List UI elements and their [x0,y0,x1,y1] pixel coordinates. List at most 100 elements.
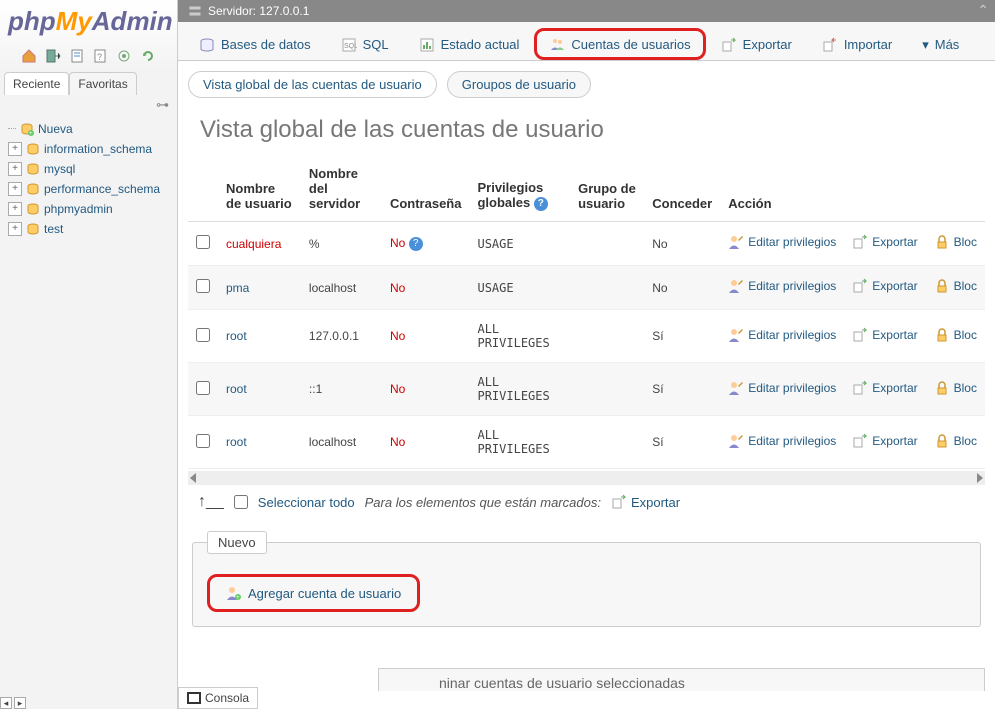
new-legend: Nuevo [207,531,267,554]
add-user-button[interactable]: + Agregar cuenta de usuario [207,574,420,612]
row-checkbox[interactable] [196,279,210,293]
row-checkbox[interactable] [196,434,210,448]
subtab-groups[interactable]: Groupos de usuario [447,71,591,98]
col-priv: Privilegios globales ? [469,156,570,222]
tree-db[interactable]: + mysql [8,159,169,179]
expand-icon[interactable]: + [8,142,22,156]
tab-recent[interactable]: Reciente [4,72,69,95]
db-icon [26,182,40,196]
select-all-checkbox[interactable] [234,495,248,509]
db-icon [26,162,40,176]
nav-left-icon[interactable]: ◂ [0,697,12,709]
docs-icon[interactable] [69,48,85,64]
tree-new[interactable]: + Nueva [8,119,169,139]
user-edit-icon [728,380,744,396]
subtab-overview[interactable]: Vista global de las cuentas de usuario [188,71,437,98]
tab-favorites[interactable]: Favoritas [69,72,136,95]
horizontal-scrollbar[interactable] [188,471,985,485]
export-user-link[interactable]: Exportar [852,433,917,449]
export-icon [852,380,868,396]
col-username: Nombre de usuario [218,156,301,222]
tab-import[interactable]: Importar [807,28,907,60]
row-checkbox[interactable] [196,328,210,342]
export-icon [721,37,737,53]
edit-privileges-link[interactable]: Editar privilegios [728,234,836,250]
logo[interactable]: phpMyAdmin [0,0,177,43]
row-checkbox[interactable] [196,235,210,249]
tab-status[interactable]: Estado actual [404,28,535,60]
bulk-export[interactable]: Exportar [611,494,680,510]
console-icon [187,692,201,704]
edit-privileges-link[interactable]: Editar privilegios [728,380,836,396]
db-icon [26,202,40,216]
sql-help-icon[interactable]: ? [92,48,108,64]
svg-text:SQL: SQL [344,43,357,50]
expand-icon[interactable]: + [8,162,22,176]
link-icon[interactable]: ⊶ [0,95,177,115]
tab-databases[interactable]: Bases de datos [184,28,326,60]
help-icon[interactable]: ? [409,237,423,251]
sidebar: phpMyAdmin ? Reciente Favoritas ⊶ + Nuev… [0,0,178,709]
user-link[interactable]: root [226,382,247,396]
collapse-icon[interactable]: ⌃ [977,2,989,19]
export-user-link[interactable]: Exportar [852,327,917,343]
table-row: cualquiera%No ?USAGENoEditar privilegios… [188,222,985,266]
export-icon [852,234,868,250]
tab-more[interactable]: ▾ Más [907,28,974,60]
user-link[interactable]: cualquiera [226,237,281,251]
sub-tabs: Vista global de las cuentas de usuario G… [178,61,995,98]
export-user-link[interactable]: Exportar [852,380,917,396]
import-icon [822,37,838,53]
db-icon [26,222,40,236]
user-link[interactable]: pma [226,281,249,295]
user-edit-icon [728,327,744,343]
help-icon[interactable]: ? [534,197,548,211]
svg-text:+: + [29,131,33,136]
host-cell: localhost [301,416,382,469]
expand-icon[interactable]: + [8,182,22,196]
tree-db[interactable]: + phpmyadmin [8,199,169,219]
lock-user-link[interactable]: Bloc [934,234,977,250]
export-user-link[interactable]: Exportar [852,234,917,250]
home-icon[interactable] [21,48,37,64]
user-link[interactable]: root [226,435,247,449]
reload-icon[interactable] [140,48,156,64]
tree-db[interactable]: + information_schema [8,139,169,159]
arrow-up-icon: ↑__ [198,493,224,511]
top-tabs: Bases de datos SQL SQL Estado actual Cue… [178,22,995,61]
console-tab[interactable]: Consola [178,687,258,709]
lock-user-link[interactable]: Bloc [934,433,977,449]
password-cell: No [390,281,405,295]
logout-icon[interactable] [45,48,61,64]
password-cell: No [390,435,405,449]
user-edit-icon [728,278,744,294]
edit-privileges-link[interactable]: Editar privilegios [728,433,836,449]
priv-cell: USAGE [469,222,570,266]
database-icon [199,37,215,53]
settings-icon[interactable] [116,48,132,64]
tab-sql[interactable]: SQL SQL [326,28,404,60]
lock-user-link[interactable]: Bloc [934,278,977,294]
row-checkbox[interactable] [196,381,210,395]
export-icon [852,433,868,449]
tree-db[interactable]: + performance_schema [8,179,169,199]
group-cell [570,266,644,310]
select-all-link[interactable]: Seleccionar todo [258,495,355,510]
tab-export[interactable]: Exportar [706,28,807,60]
edit-privileges-link[interactable]: Editar privilegios [728,327,836,343]
tab-users[interactable]: Cuentas de usuarios [534,28,705,60]
edit-privileges-link[interactable]: Editar privilegios [728,278,836,294]
export-user-link[interactable]: Exportar [852,278,917,294]
user-link[interactable]: root [226,329,247,343]
tree-db[interactable]: + test [8,219,169,239]
db-icon [26,142,40,156]
priv-cell: ALL PRIVILEGES [469,363,570,416]
expand-icon[interactable]: + [8,222,22,236]
status-icon [419,37,435,53]
lock-user-link[interactable]: Bloc [934,327,977,343]
nav-right-icon[interactable]: ▸ [14,697,26,709]
expand-icon[interactable]: + [8,202,22,216]
server-label[interactable]: Servidor: 127.0.0.1 [208,4,309,18]
table-row: root127.0.0.1NoALL PRIVILEGESSíEditar pr… [188,310,985,363]
lock-user-link[interactable]: Bloc [934,380,977,396]
